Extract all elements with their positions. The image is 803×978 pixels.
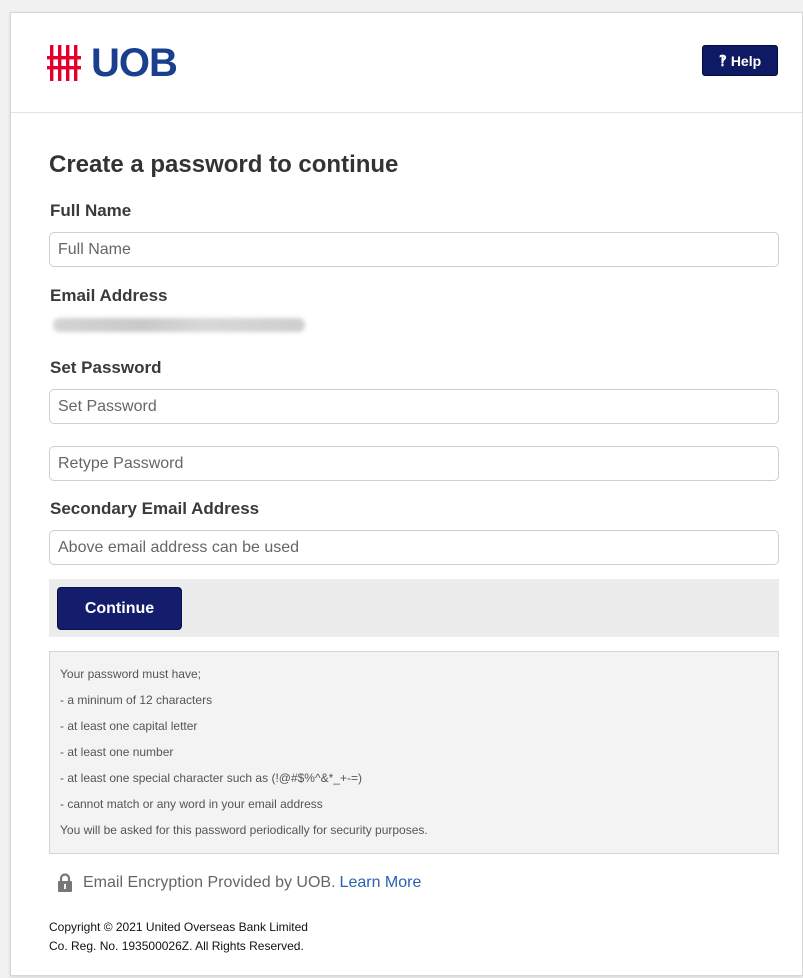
logo-wordmark: UOB xyxy=(91,41,178,85)
full-name-label: Full Name xyxy=(50,201,132,220)
encryption-notice: Email Encryption Provided by UOB. Learn … xyxy=(57,871,421,895)
copyright-footer: Copyright © 2021 United Overseas Bank Li… xyxy=(49,918,308,956)
rules-line: - at least one capital letter xyxy=(60,719,198,733)
secondary-email-input[interactable] xyxy=(49,530,779,565)
secondary-email-label: Secondary Email Address xyxy=(50,499,260,518)
help-label: Help xyxy=(730,52,762,69)
help-button[interactable]: ‽ Help xyxy=(702,45,778,76)
learn-more-link[interactable]: Learn More xyxy=(340,874,422,892)
copyright-line: Copyright © 2021 United Overseas Bank Li… xyxy=(49,920,308,934)
help-question-icon: ‽ xyxy=(718,52,727,70)
page-header: UOB ‽ Help xyxy=(11,13,802,113)
email-address-label: Email Address xyxy=(50,286,168,305)
rules-line: - a mininum of 12 characters xyxy=(60,693,213,707)
continue-button[interactable]: Continue xyxy=(57,587,182,630)
encryption-text: Email Encryption Provided by UOB. xyxy=(83,874,336,891)
uob-logo: UOB xyxy=(47,41,178,85)
rules-line: Your password must have; xyxy=(60,667,201,681)
lock-icon xyxy=(58,873,72,892)
rules-line: - at least one special character such as… xyxy=(60,771,362,785)
page-title: Create a password to continue xyxy=(49,151,399,178)
email-address-value-redacted xyxy=(53,318,305,332)
rules-line: You will be asked for this password peri… xyxy=(60,823,428,837)
button-bar: Continue xyxy=(49,579,779,637)
set-password-input[interactable] xyxy=(49,389,779,424)
uob-logo-mark-icon xyxy=(47,45,81,81)
company-registration-line: Co. Reg. No. 193500026Z. All Rights Rese… xyxy=(49,939,304,953)
full-name-input[interactable] xyxy=(49,232,779,267)
rules-line: - cannot match or any word in your email… xyxy=(60,797,323,811)
rules-line: - at least one number xyxy=(60,745,174,759)
login-card: UOB ‽ Help Create a password to continue… xyxy=(10,12,803,976)
password-rules-box: Your password must have; - a mininum of … xyxy=(49,651,779,854)
set-password-label: Set Password xyxy=(50,358,162,377)
retype-password-input[interactable] xyxy=(49,446,779,481)
